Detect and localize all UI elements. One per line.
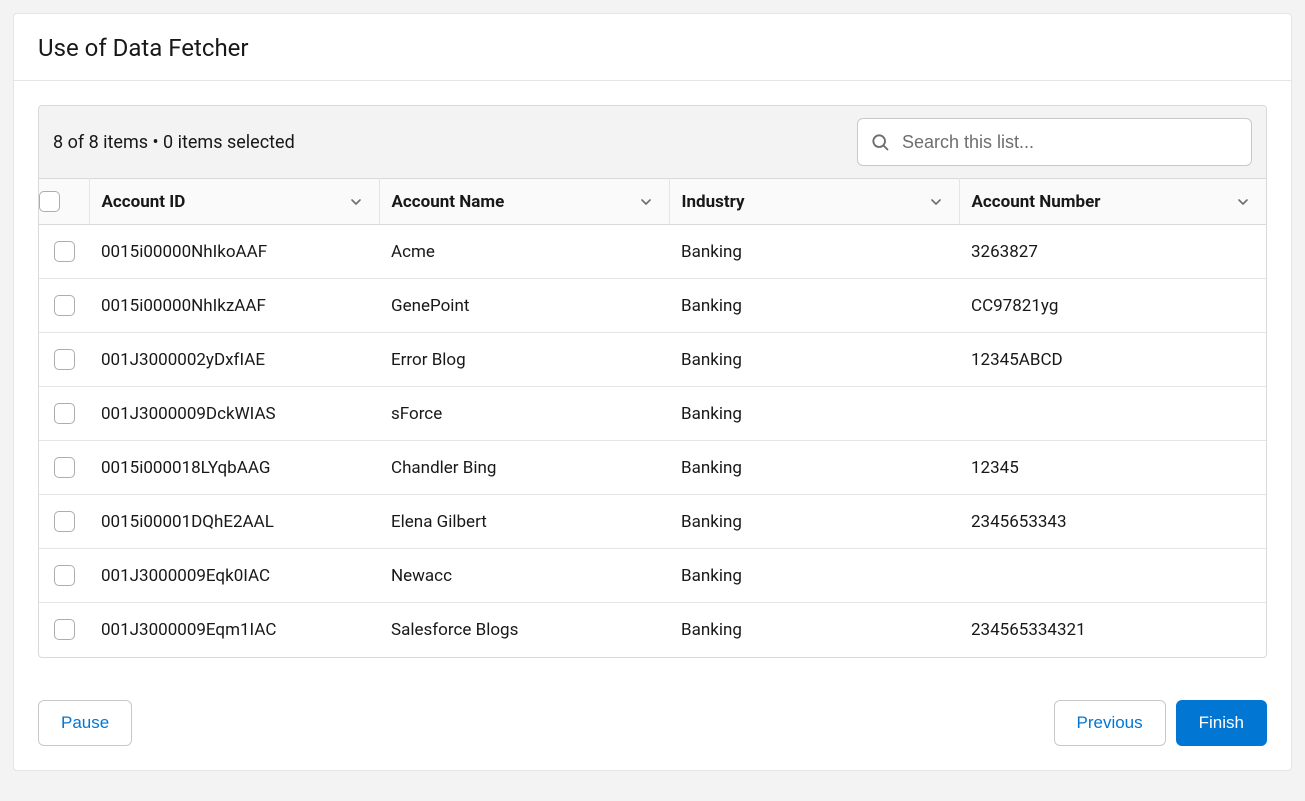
page-title: Use of Data Fetcher <box>38 34 1267 62</box>
col-label: Account Number <box>972 192 1101 212</box>
col-account-id[interactable]: Account ID <box>89 179 379 225</box>
finish-button[interactable]: Finish <box>1176 700 1267 746</box>
col-account-name[interactable]: Account Name <box>379 179 669 225</box>
table-toolbar: 8 of 8 items • 0 items selected <box>39 106 1266 178</box>
search-wrap <box>857 118 1252 166</box>
col-label: Account ID <box>102 192 186 212</box>
col-label: Account Name <box>392 192 505 212</box>
table-head: Account ID Account Name <box>39 179 1266 225</box>
account-name-cell: Newacc <box>379 549 669 603</box>
account-number-cell <box>959 549 1266 603</box>
previous-button[interactable]: Previous <box>1054 700 1166 746</box>
industry-cell: Banking <box>669 279 959 333</box>
row-checkbox[interactable] <box>54 403 75 424</box>
table-row: 0015i00000NhIkzAAFGenePointBankingCC9782… <box>39 279 1266 333</box>
pause-button[interactable]: Pause <box>38 700 132 746</box>
card-body: 8 of 8 items • 0 items selected <box>14 81 1291 682</box>
account-id-cell: 0015i00000NhIkoAAF <box>89 225 379 279</box>
account-name-cell: Salesforce Blogs <box>379 603 669 657</box>
row-checkbox[interactable] <box>54 241 75 262</box>
industry-cell: Banking <box>669 603 959 657</box>
row-checkbox[interactable] <box>54 511 75 532</box>
account-name-cell: Error Blog <box>379 333 669 387</box>
row-checkbox[interactable] <box>54 565 75 586</box>
search-icon <box>870 132 890 152</box>
industry-cell: Banking <box>669 225 959 279</box>
table-row: 001J3000009DckWIASsForceBanking <box>39 387 1266 441</box>
row-checkbox[interactable] <box>54 457 75 478</box>
col-label: Industry <box>682 192 745 212</box>
account-name-cell: Acme <box>379 225 669 279</box>
card-footer: Pause Previous Finish <box>14 682 1291 770</box>
industry-cell: Banking <box>669 495 959 549</box>
account-id-cell: 001J3000009Eqm1IAC <box>89 603 379 657</box>
account-id-cell: 001J3000009DckWIAS <box>89 387 379 441</box>
select-all-header <box>39 179 89 225</box>
card-header: Use of Data Fetcher <box>14 14 1291 81</box>
row-checkbox[interactable] <box>54 619 75 640</box>
row-select-cell <box>39 441 89 495</box>
table-row: 0015i00001DQhE2AALElena GilbertBanking23… <box>39 495 1266 549</box>
row-select-cell <box>39 387 89 441</box>
table-body: 0015i00000NhIkoAAFAcmeBanking32638270015… <box>39 225 1266 657</box>
select-all-checkbox[interactable] <box>39 191 60 212</box>
row-select-cell <box>39 225 89 279</box>
chevron-down-icon[interactable] <box>1232 191 1254 213</box>
row-select-cell <box>39 549 89 603</box>
data-table: Account ID Account Name <box>39 178 1266 657</box>
row-select-cell <box>39 333 89 387</box>
row-select-cell <box>39 495 89 549</box>
account-number-cell: CC97821yg <box>959 279 1266 333</box>
chevron-down-icon[interactable] <box>635 191 657 213</box>
account-name-cell: Chandler Bing <box>379 441 669 495</box>
account-number-cell: 12345ABCD <box>959 333 1266 387</box>
account-id-cell: 0015i000018LYqbAAG <box>89 441 379 495</box>
table-row: 001J3000002yDxfIAEError BlogBanking12345… <box>39 333 1266 387</box>
account-id-cell: 001J3000009Eqk0IAC <box>89 549 379 603</box>
row-checkbox[interactable] <box>54 295 75 316</box>
table-row: 001J3000009Eqk0IACNewaccBanking <box>39 549 1266 603</box>
search-input[interactable] <box>900 131 1239 154</box>
account-id-cell: 0015i00001DQhE2AAL <box>89 495 379 549</box>
table-row: 001J3000009Eqm1IACSalesforce BlogsBankin… <box>39 603 1266 657</box>
table-row: 0015i000018LYqbAAGChandler BingBanking12… <box>39 441 1266 495</box>
account-name-cell: sForce <box>379 387 669 441</box>
row-select-cell <box>39 279 89 333</box>
account-name-cell: Elena Gilbert <box>379 495 669 549</box>
account-number-cell: 234565334321 <box>959 603 1266 657</box>
account-number-cell: 12345 <box>959 441 1266 495</box>
col-account-number[interactable]: Account Number <box>959 179 1266 225</box>
main-card: Use of Data Fetcher 8 of 8 items • 0 ite… <box>13 13 1292 771</box>
table-card: 8 of 8 items • 0 items selected <box>38 105 1267 658</box>
industry-cell: Banking <box>669 333 959 387</box>
row-select-cell <box>39 603 89 657</box>
account-number-cell: 3263827 <box>959 225 1266 279</box>
account-id-cell: 0015i00000NhIkzAAF <box>89 279 379 333</box>
table-row: 0015i00000NhIkoAAFAcmeBanking3263827 <box>39 225 1266 279</box>
search-box[interactable] <box>857 118 1252 166</box>
account-name-cell: GenePoint <box>379 279 669 333</box>
chevron-down-icon[interactable] <box>345 191 367 213</box>
industry-cell: Banking <box>669 387 959 441</box>
industry-cell: Banking <box>669 441 959 495</box>
chevron-down-icon[interactable] <box>925 191 947 213</box>
row-checkbox[interactable] <box>54 349 75 370</box>
account-number-cell <box>959 387 1266 441</box>
status-text: 8 of 8 items • 0 items selected <box>53 132 295 153</box>
account-id-cell: 001J3000002yDxfIAE <box>89 333 379 387</box>
account-number-cell: 2345653343 <box>959 495 1266 549</box>
industry-cell: Banking <box>669 549 959 603</box>
col-industry[interactable]: Industry <box>669 179 959 225</box>
